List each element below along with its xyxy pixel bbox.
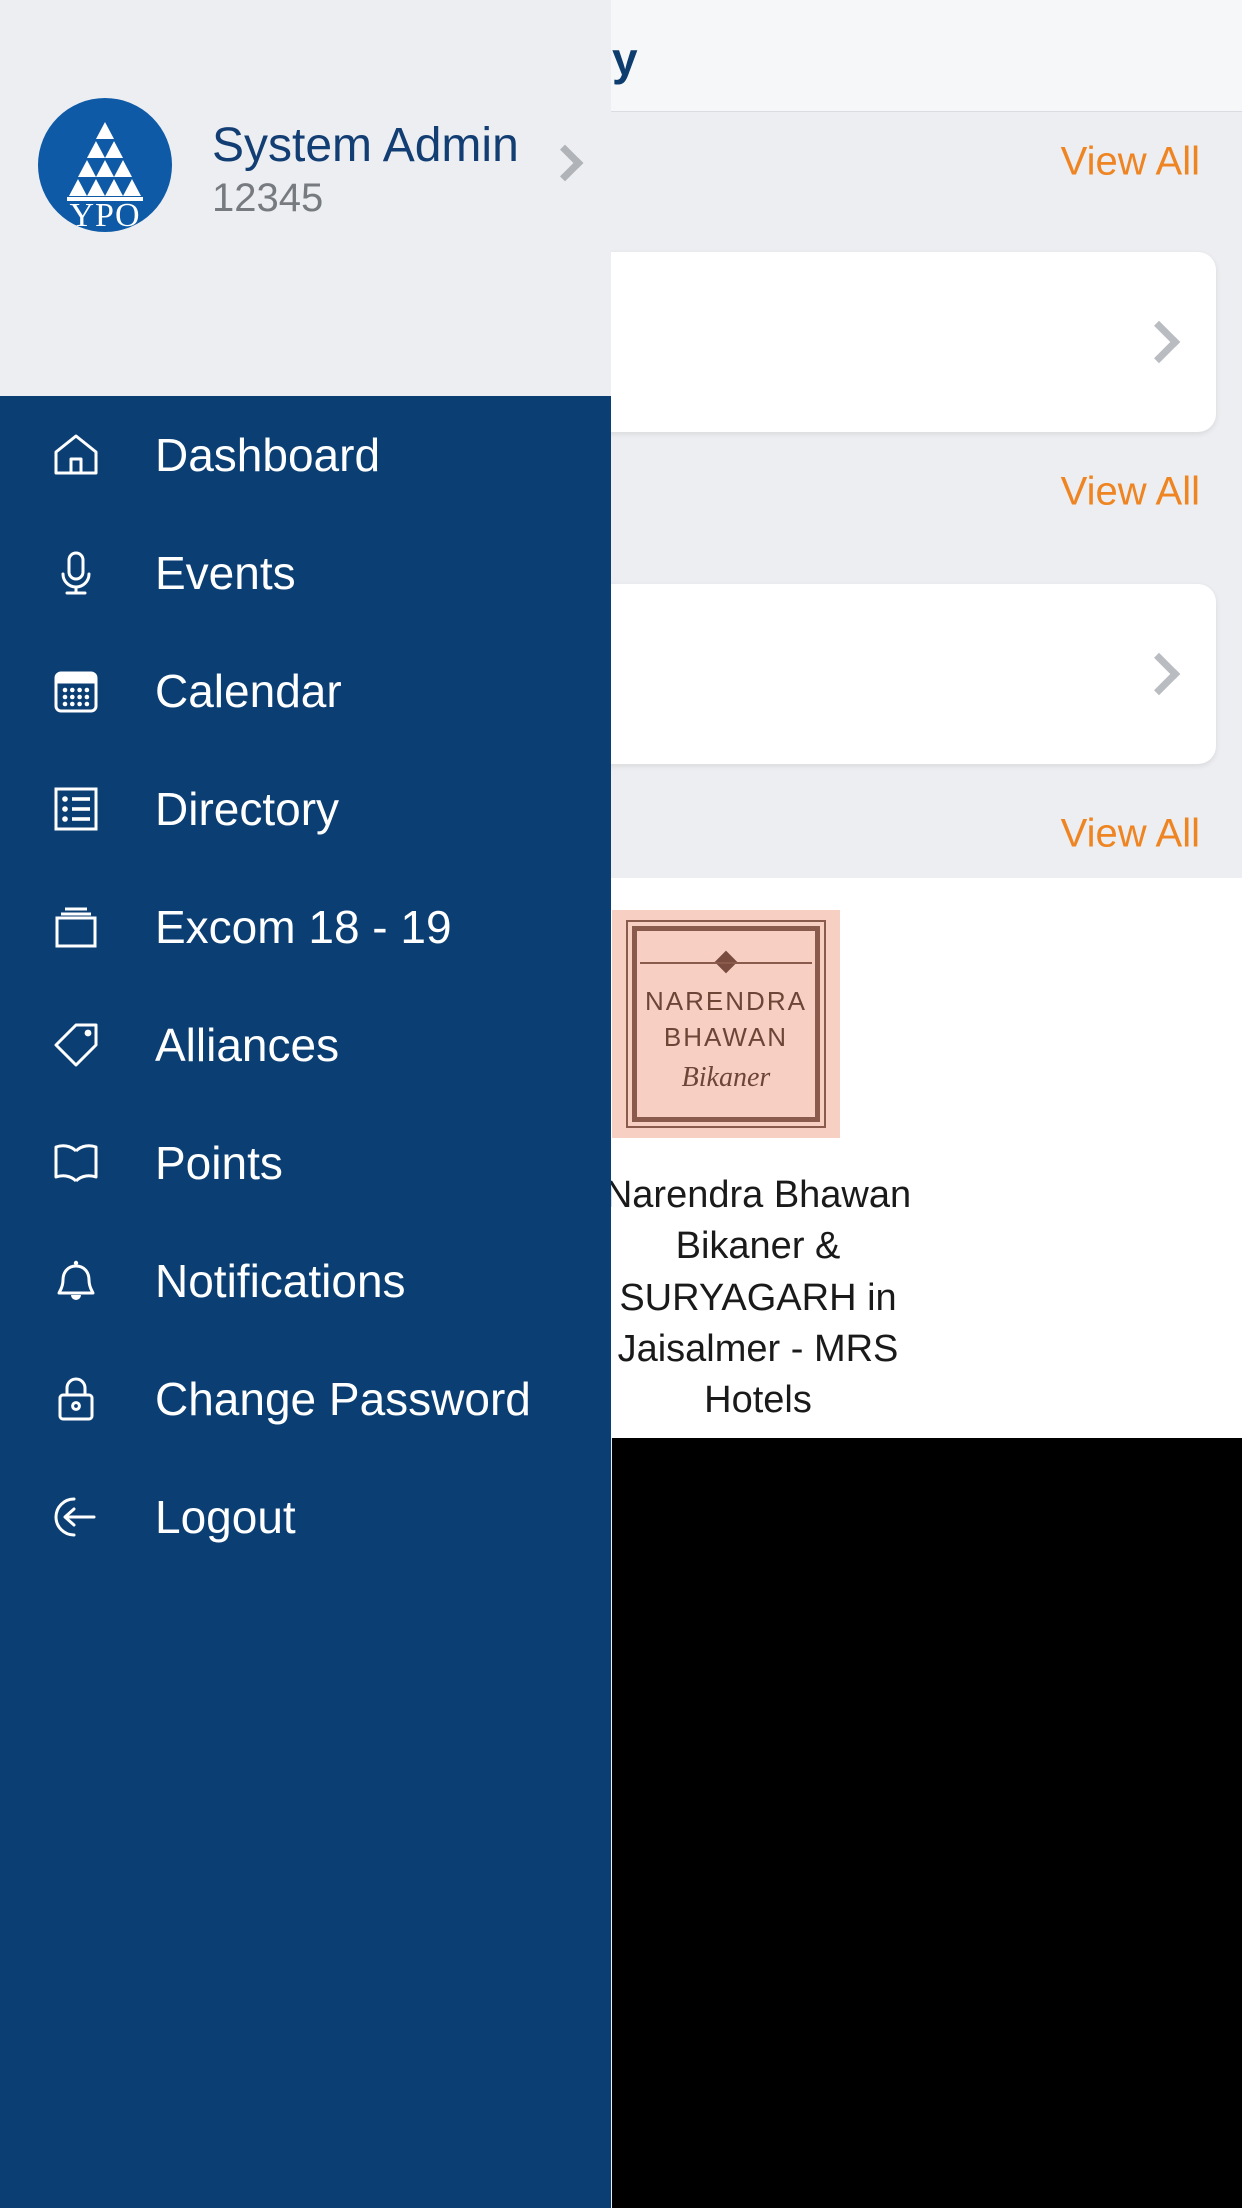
sidebar-item-label: Dashboard [155, 429, 381, 481]
sidebar-item-label: Directory [155, 783, 340, 835]
alliance-brand-city: Bikaner [681, 1062, 771, 1093]
view-all-link-1[interactable]: View All [1061, 140, 1200, 185]
sidebar-item-directory[interactable]: Directory [0, 750, 611, 868]
bell-icon [48, 1253, 104, 1309]
sidebar-item-label: Change Password [155, 1373, 531, 1425]
sidebar-item-label: Events [155, 547, 296, 599]
sidebar-item-label: Excom 18 - 19 [155, 901, 452, 953]
page-title: y [612, 33, 638, 85]
lock-icon [48, 1371, 104, 1427]
alliance-caption: Narendra Bhawan Bikaner & SURYAGARH in J… [604, 1174, 912, 1422]
sidebar-item-label: Notifications [155, 1255, 406, 1307]
sidebar-item-alliances[interactable]: Alliances [0, 986, 611, 1104]
drawer-profile-header[interactable]: YPO System Admin 12345 [0, 0, 611, 396]
navigation-drawer: YPO System Admin 12345 Dashboard Events … [0, 0, 611, 2208]
chevron-right-icon[interactable] [546, 144, 584, 182]
chevron-right-icon [1137, 320, 1181, 364]
alliance-brand-line-2: BHAWAN [663, 1022, 789, 1052]
alliance-brand-line-1: NARENDRA [645, 986, 807, 1016]
sidebar-item-events[interactable]: Events [0, 514, 611, 632]
sidebar-item-points[interactable]: Points [0, 1104, 611, 1222]
microphone-icon [48, 545, 104, 601]
profile-id: 12345 [212, 176, 324, 220]
tag-icon [48, 1017, 104, 1073]
alliance-thumbnail-image: NARENDRA BHAWAN Bikaner [612, 910, 840, 1138]
ypo-logo: YPO [38, 98, 172, 232]
sidebar-item-dashboard[interactable]: Dashboard [0, 396, 611, 514]
home-icon [48, 427, 104, 483]
sidebar-item-label: Alliances [155, 1019, 340, 1071]
logout-icon [48, 1489, 104, 1545]
chevron-right-icon [1137, 652, 1181, 696]
sidebar-item-notifications[interactable]: Notifications [0, 1222, 611, 1340]
book-icon [48, 1135, 104, 1191]
drawer-menu: Dashboard Events Calendar Directory Exco… [0, 396, 611, 1576]
view-all-link-2[interactable]: View All [1061, 470, 1200, 515]
box-icon [48, 899, 104, 955]
sidebar-item-calendar[interactable]: Calendar [0, 632, 611, 750]
calendar-icon [48, 663, 104, 719]
list-icon [48, 781, 104, 837]
alliance-rule [640, 962, 812, 964]
sidebar-item-label: Points [155, 1137, 283, 1189]
svg-text:YPO: YPO [69, 197, 140, 232]
sidebar-item-logout[interactable]: Logout [0, 1458, 611, 1576]
sidebar-item-change-password[interactable]: Change Password [0, 1340, 611, 1458]
sidebar-item-excom[interactable]: Excom 18 - 19 [0, 868, 611, 986]
sidebar-item-label: Logout [155, 1491, 296, 1543]
profile-name: System Admin [212, 119, 519, 172]
sidebar-item-label: Calendar [155, 665, 342, 717]
media-banner[interactable] [612, 1438, 1242, 2208]
view-all-link-3[interactable]: View All [1061, 812, 1200, 857]
